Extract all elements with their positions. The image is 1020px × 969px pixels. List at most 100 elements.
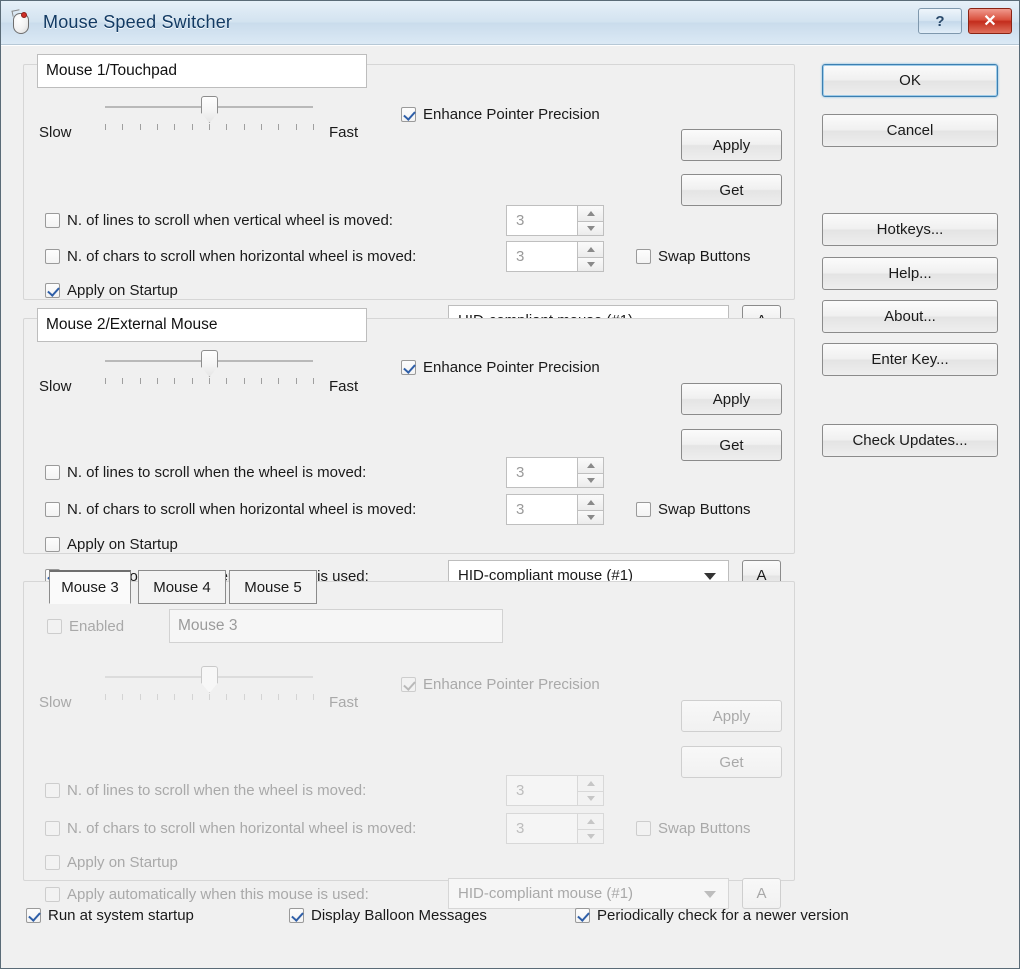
check-updates-button[interactable]: Check Updates... (822, 424, 998, 457)
slider-tick (261, 124, 262, 130)
mouse1-chars-spinner[interactable]: 3 (506, 241, 604, 272)
mouse3-name-field[interactable]: Mouse 3 (169, 609, 503, 643)
mouse2-lines-spinner[interactable]: 3 (506, 457, 604, 488)
slider-thumb[interactable] (201, 666, 218, 693)
mouse3-chars-scroll-checkbox[interactable]: N. of chars to scroll when horizontal wh… (45, 820, 416, 837)
mouse3-apply-button[interactable]: Apply (681, 700, 782, 732)
tab-mouse-3[interactable]: Mouse 3 (49, 570, 131, 604)
spinner-up-icon[interactable] (577, 775, 604, 791)
mouse1-lines-spinner[interactable]: 3 (506, 205, 604, 236)
mouse2-apply-button[interactable]: Apply (681, 383, 782, 415)
spinner-up-icon[interactable] (577, 494, 604, 510)
mouse2-speed-slider[interactable] (105, 350, 314, 386)
mouse1-lines-scroll-checkbox[interactable]: N. of lines to scroll when vertical whee… (45, 212, 393, 229)
spinner-up-icon[interactable] (577, 205, 604, 221)
mouse1-swap-buttons-checkbox[interactable]: Swap Buttons (636, 248, 751, 265)
mouse2-name-field[interactable]: Mouse 2/External Mouse (37, 308, 367, 342)
slider-tick (174, 378, 176, 384)
mouse1-get-button[interactable]: Get (681, 174, 782, 206)
periodic-update-check-checkbox[interactable]: Periodically check for a newer version (575, 907, 849, 924)
run-at-system-startup-checkbox[interactable]: Run at system startup (26, 907, 194, 924)
help-icon-button[interactable]: ? (918, 8, 962, 34)
chevron-down-icon[interactable] (704, 891, 716, 898)
mouse1-enhance-precision-checkbox[interactable]: Enhance Pointer Precision (401, 106, 600, 123)
mouse2-chars-spinner[interactable]: 3 (506, 494, 604, 525)
spinner-up-icon[interactable] (577, 813, 604, 829)
checkbox-box (26, 908, 41, 923)
close-icon-button[interactable]: ✕ (968, 8, 1012, 34)
cancel-button[interactable]: Cancel (822, 114, 998, 147)
mouse2-apply-on-startup-checkbox[interactable]: Apply on Startup (45, 536, 178, 553)
help-button[interactable]: Help... (822, 257, 998, 290)
checkbox-label: N. of lines to scroll when the wheel is … (67, 782, 367, 799)
checkbox-box (45, 465, 60, 480)
mouse-icon (9, 8, 35, 36)
checkbox-label: Enhance Pointer Precision (423, 359, 600, 376)
checkbox-box (45, 213, 60, 228)
spinner-down-icon[interactable] (577, 828, 604, 844)
mouse1-apply-button[interactable]: Apply (681, 129, 782, 161)
spinner-value[interactable]: 3 (506, 494, 577, 525)
checkbox-box (401, 360, 416, 375)
slider-tick (313, 378, 314, 384)
mouse3-get-button[interactable]: Get (681, 746, 782, 778)
tab-mouse-5[interactable]: Mouse 5 (229, 570, 317, 604)
title-bar: Mouse Speed Switcher ? ✕ (1, 1, 1019, 45)
display-balloon-messages-checkbox[interactable]: Display Balloon Messages (289, 907, 487, 924)
mouse2-get-button[interactable]: Get (681, 429, 782, 461)
mouse1-apply-on-startup-checkbox[interactable]: Apply on Startup (45, 282, 178, 299)
mouse3-apply-auto-checkbox[interactable]: Apply automatically when this mouse is u… (45, 886, 369, 903)
spinner-down-icon[interactable] (577, 220, 604, 236)
slider-thumb[interactable] (201, 96, 218, 123)
spinner-value[interactable]: 3 (506, 775, 577, 806)
enter-key-button[interactable]: Enter Key... (822, 343, 998, 376)
slider-tick (278, 124, 280, 130)
checkbox-box (575, 908, 590, 923)
slider-tick (122, 124, 124, 130)
mouse1-speed-slider[interactable] (105, 96, 314, 132)
slider-tick (174, 124, 176, 130)
checkbox-box (45, 249, 60, 264)
mouse2-lines-scroll-checkbox[interactable]: N. of lines to scroll when the wheel is … (45, 464, 366, 481)
spinner-value[interactable]: 3 (506, 205, 577, 236)
mouse3-apply-on-startup-checkbox[interactable]: Apply on Startup (45, 854, 178, 871)
spinner-up-icon[interactable] (577, 241, 604, 257)
mouse1-chars-scroll-checkbox[interactable]: N. of chars to scroll when horizontal wh… (45, 248, 416, 265)
slider-tick (105, 124, 106, 130)
mouse3-lines-scroll-checkbox[interactable]: N. of lines to scroll when the wheel is … (45, 782, 366, 799)
mouse2-enhance-precision-checkbox[interactable]: Enhance Pointer Precision (401, 359, 600, 376)
slider-tick (243, 124, 245, 130)
spinner-value[interactable]: 3 (506, 241, 577, 272)
mouse3-swap-buttons-checkbox[interactable]: Swap Buttons (636, 820, 751, 837)
mouse2-chars-scroll-checkbox[interactable]: N. of chars to scroll when horizontal wh… (45, 501, 416, 518)
mouse3-device-combo[interactable]: HID-compliant mouse (#1) (448, 878, 729, 909)
spinner-down-icon[interactable] (577, 509, 604, 525)
chevron-down-icon[interactable] (704, 573, 716, 580)
mouse3-speed-slider[interactable] (105, 666, 314, 702)
mouse3-chars-spinner[interactable]: 3 (506, 813, 604, 844)
mouse3-auto-detect-button[interactable]: A (742, 878, 781, 909)
mouse3-lines-spinner[interactable]: 3 (506, 775, 604, 806)
spinner-down-icon[interactable] (577, 256, 604, 272)
slider-thumb[interactable] (201, 350, 218, 377)
mouse2-swap-buttons-checkbox[interactable]: Swap Buttons (636, 501, 751, 518)
mouse3-enhance-precision-checkbox[interactable]: Enhance Pointer Precision (401, 676, 600, 693)
checkbox-label: N. of lines to scroll when vertical whee… (67, 212, 393, 229)
spinner-up-icon[interactable] (577, 457, 604, 473)
tab-mouse-4[interactable]: Mouse 4 (138, 570, 226, 604)
ok-button[interactable]: OK (822, 64, 998, 97)
slider-tick (122, 694, 124, 700)
spinner-arrows (577, 494, 604, 525)
spinner-value[interactable]: 3 (506, 457, 577, 488)
checkbox-label: Swap Buttons (658, 501, 751, 518)
mouse3-enabled-checkbox[interactable]: Enabled (47, 618, 124, 635)
spinner-value[interactable]: 3 (506, 813, 577, 844)
about-button[interactable]: About... (822, 300, 998, 333)
spinner-down-icon[interactable] (577, 472, 604, 488)
spinner-down-icon[interactable] (577, 790, 604, 806)
mouse1-name-field[interactable]: Mouse 1/Touchpad (37, 54, 367, 88)
hotkeys-button[interactable]: Hotkeys... (822, 213, 998, 246)
slider-tick (313, 124, 314, 130)
checkbox-box (45, 887, 60, 902)
slider-tick (174, 694, 176, 700)
